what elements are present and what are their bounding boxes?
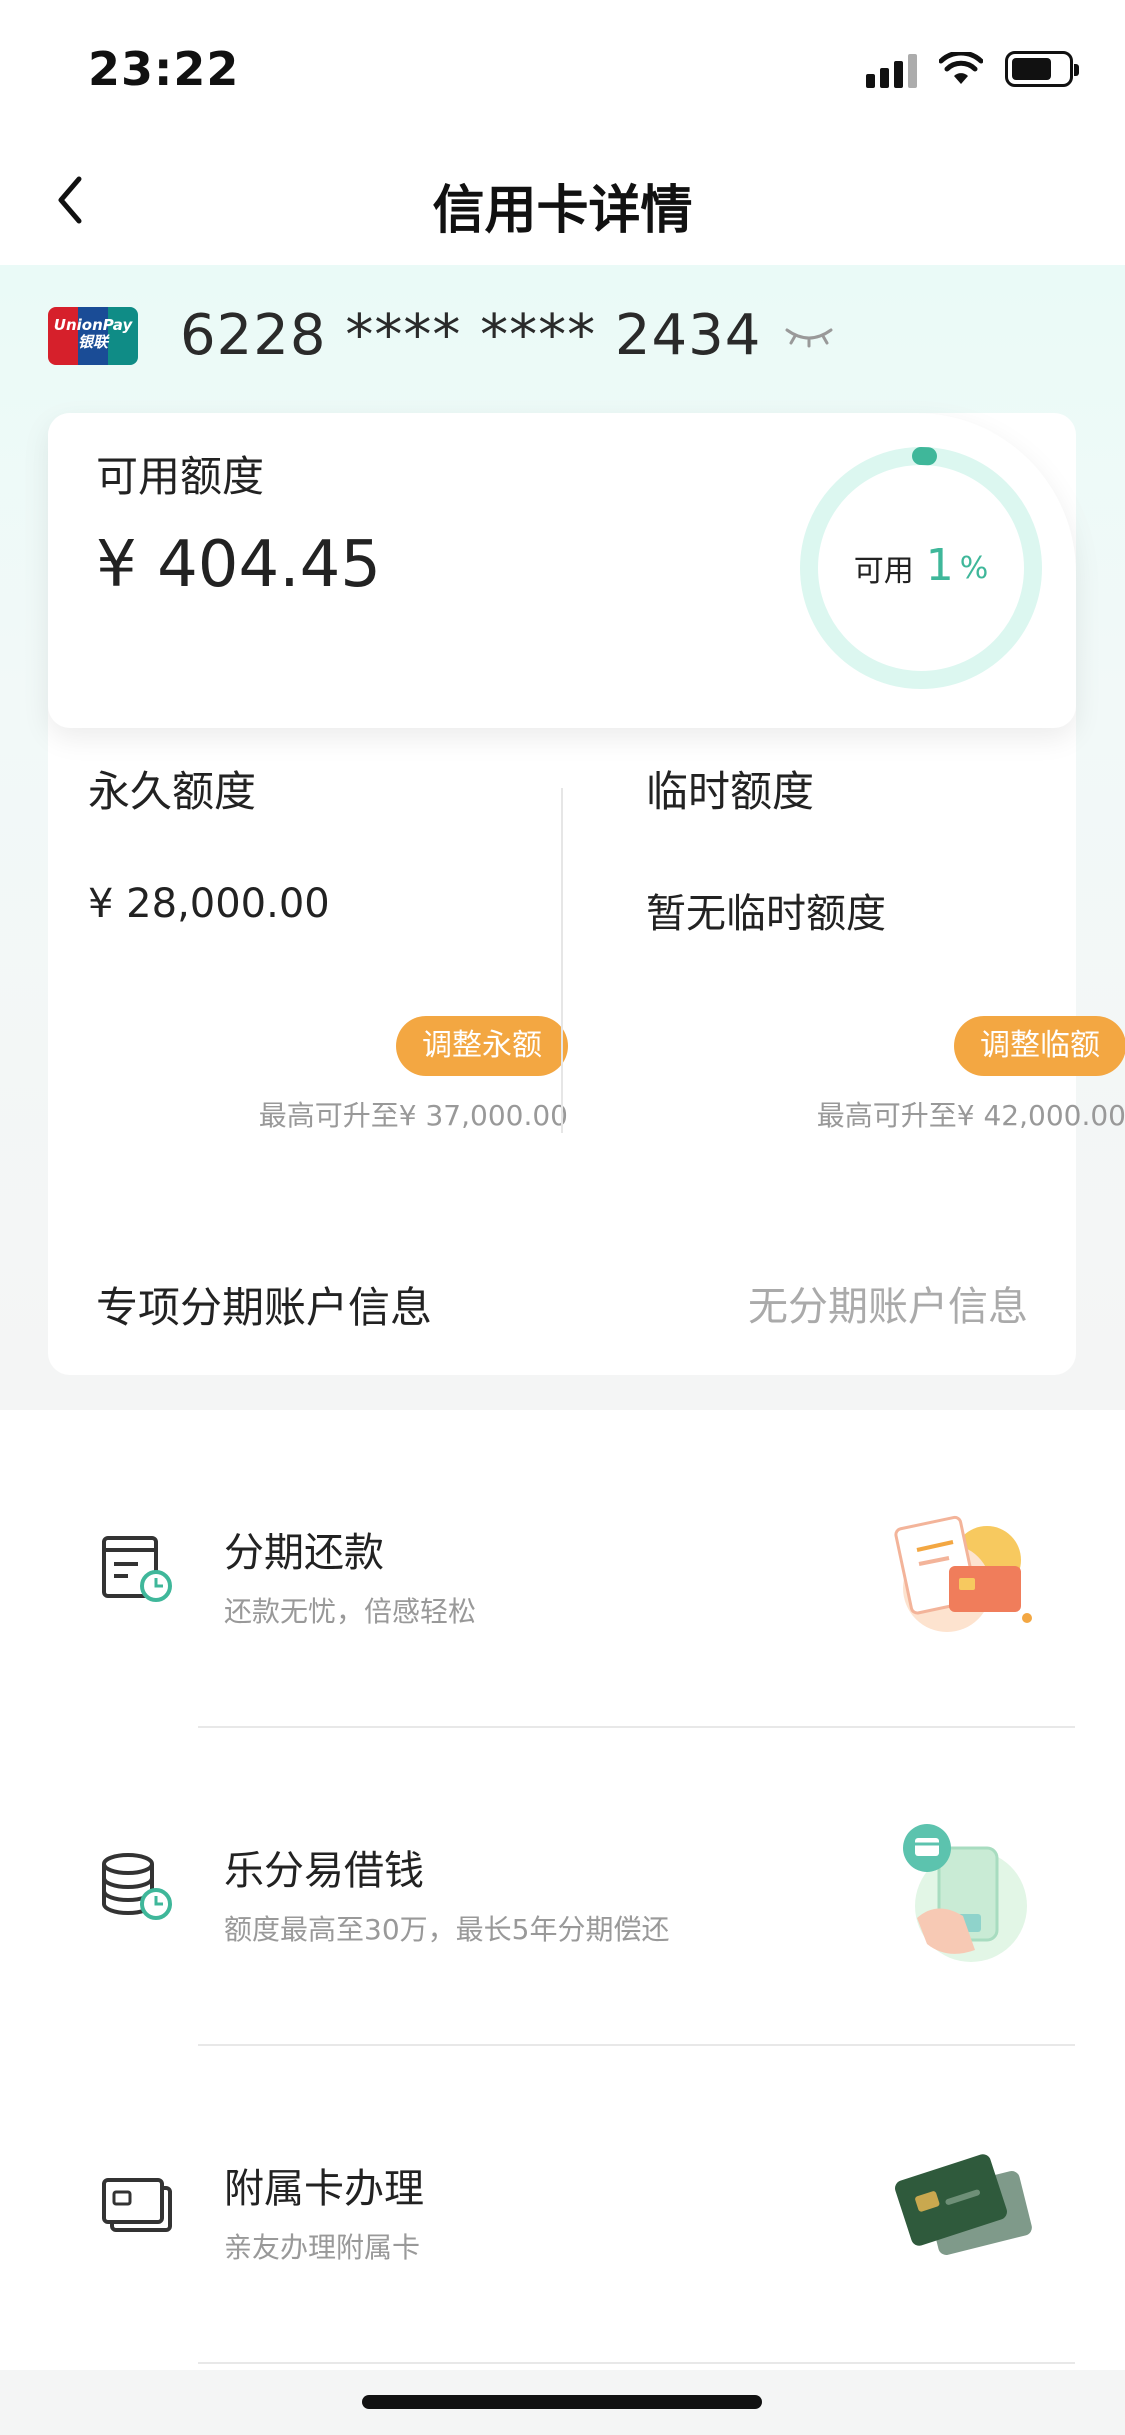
service-title: 附属卡办理	[224, 2166, 424, 2212]
available-limit-amount: ¥ 404.45	[96, 528, 381, 602]
ring-unit: %	[959, 550, 989, 586]
bill-card-illustration-icon	[894, 1515, 1032, 1632]
status-time: 23:22	[88, 42, 240, 96]
cellular-signal-icon	[866, 50, 917, 88]
adjust-temporary-button[interactable]: 调整临额	[954, 1016, 1125, 1076]
column-divider	[561, 788, 563, 1133]
list-item-installment-repayment[interactable]: 分期还款 还款无忧，倍感轻松	[0, 1410, 1125, 1728]
page-title: 信用卡详情	[432, 181, 693, 241]
eye-closed-icon[interactable]	[783, 324, 835, 348]
card-number: 6228 **** **** 2434	[180, 303, 762, 368]
temporary-limit-value: 暂无临时额度	[646, 891, 886, 937]
list-item-borrow-money[interactable]: 乐分易借钱 额度最高至30万，最长5年分期偿还	[0, 1728, 1125, 2046]
list-item-supplementary-card[interactable]: 附属卡办理 亲友办理附属卡	[0, 2046, 1125, 2364]
service-desc: 额度最高至30万，最长5年分期偿还	[224, 1913, 670, 1946]
services-list: 分期还款 还款无忧，倍感轻松 乐分易借钱 额度最高至30万，最长5年分期偿还 附…	[0, 1410, 1125, 2370]
service-desc: 还款无忧，倍感轻松	[224, 1595, 477, 1628]
installment-account-row[interactable]: 专项分期账户信息 无分期账户信息	[48, 1230, 1076, 1375]
battery-icon	[1005, 51, 1079, 87]
permanent-limit-column: 永久额度 ¥ 28,000.00 调整永额 最高可升至¥ 37,000.00	[88, 758, 568, 1178]
nav-bar: 信用卡详情	[0, 140, 1125, 265]
card-icon	[102, 2178, 172, 2232]
bank-cards-illustration-icon	[895, 2154, 1032, 2255]
temporary-max-note: 最高可升至¥ 42,000.00	[816, 1099, 1125, 1132]
status-icons	[866, 50, 1079, 88]
permanent-limit-value: ¥ 28,000.00	[88, 881, 330, 927]
coins-clock-icon	[102, 1853, 172, 1920]
service-desc: 亲友办理附属卡	[224, 2231, 421, 2264]
divider	[198, 2362, 1075, 2364]
installment-account-value: 无分期账户信息	[748, 1284, 1028, 1330]
unionpay-logo: UnionPay 银联	[48, 306, 138, 365]
temporary-limit-title: 临时额度	[646, 767, 815, 816]
phone-pay-illustration-icon	[903, 1824, 1027, 1962]
card-number-row: UnionPay 银联 6228 **** **** 2434	[48, 303, 835, 368]
ring-percent: 1	[925, 539, 954, 591]
card-summary-section: UnionPay 银联 6228 **** **** 2434 可用额度 ¥ 40…	[0, 265, 1125, 1375]
adjust-permanent-button[interactable]: 调整永额	[396, 1016, 568, 1076]
available-limit-label: 可用额度	[96, 452, 265, 501]
permanent-limit-title: 永久额度	[88, 767, 257, 816]
temporary-limit-column: 临时额度 暂无临时额度 调整临额 最高可升至¥ 42,000.00	[646, 758, 1125, 1178]
installment-account-label: 专项分期账户信息	[96, 1283, 433, 1332]
home-indicator[interactable]	[362, 2395, 762, 2409]
service-title: 乐分易借钱	[224, 1848, 424, 1894]
status-bar: 23:22	[0, 0, 1125, 140]
bill-clock-icon	[102, 1536, 172, 1602]
wifi-icon	[939, 52, 983, 84]
ring-label-group: 可用 1 %	[796, 443, 1046, 693]
available-limit-box: 可用额度 ¥ 404.45 可用 1 %	[48, 413, 1076, 728]
ring-label: 可用	[853, 554, 914, 589]
permanent-max-note: 最高可升至¥ 37,000.00	[258, 1099, 568, 1132]
credit-limit-card: 可用额度 ¥ 404.45 可用 1 % 永久额度 ¥ 28,000.00 调整…	[48, 413, 1125, 1343]
service-title: 分期还款	[224, 1530, 384, 1576]
